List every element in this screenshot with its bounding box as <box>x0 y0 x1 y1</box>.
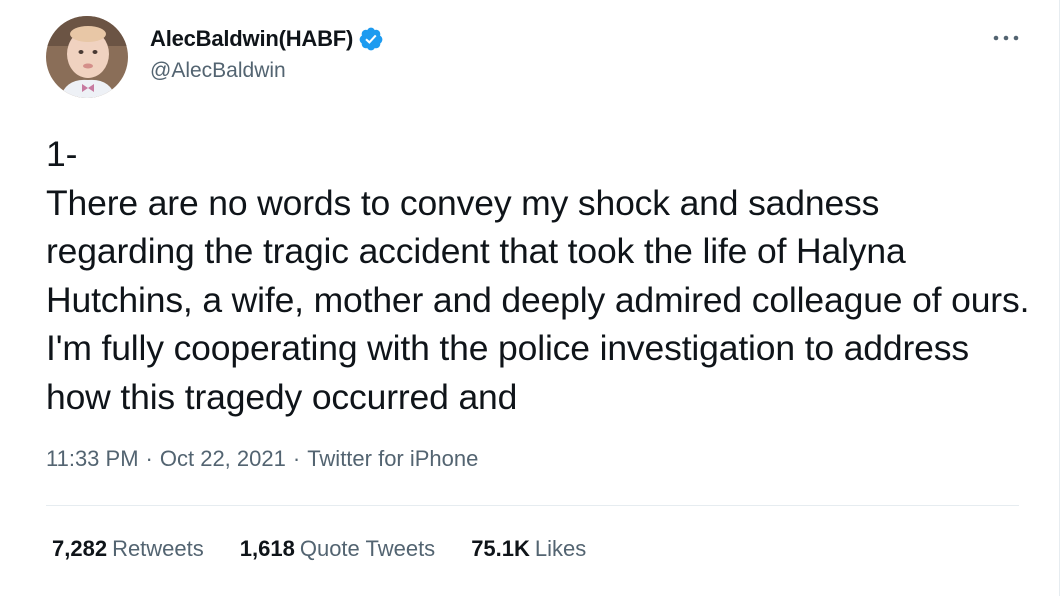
retweets-stat[interactable]: 7,282 Retweets <box>52 536 204 562</box>
tweet-metadata: 11:33 PM · Oct 22, 2021 · Twitter for iP… <box>46 446 478 472</box>
stats-divider <box>46 505 1019 506</box>
tweet-card: AlecBaldwin(HABF) @AlecBaldwin 1- There … <box>0 0 1060 596</box>
meta-separator: · <box>145 446 153 471</box>
retweets-count: 7,282 <box>52 536 108 561</box>
likes-label: Likes <box>534 536 587 561</box>
engagement-stats: 7,282 Retweets 1,618 Quote Tweets 75.1K Lik… <box>52 536 622 562</box>
quote-tweets-stat[interactable]: 1,618 Quote Tweets <box>240 536 435 562</box>
meta-separator: · <box>292 446 301 471</box>
quote-tweets-label: Quote Tweets <box>299 536 436 561</box>
retweets-label: Retweets <box>112 536 204 561</box>
quote-tweets-count: 1,618 <box>239 536 295 561</box>
more-options-button[interactable] <box>986 22 1026 54</box>
author-display-name[interactable]: AlecBaldwin(HABF) <box>150 26 353 52</box>
likes-count: 75.1K <box>471 536 530 561</box>
tweet-date[interactable]: Oct 22, 2021 <box>160 446 286 472</box>
tweet-time[interactable]: 11:33 PM <box>46 446 139 472</box>
tweet-text: 1- There are no words to convey my shock… <box>46 134 1030 417</box>
author-handle[interactable]: @AlecBaldwin <box>150 59 286 83</box>
likes-stat[interactable]: 75.1K Likes <box>471 536 586 562</box>
tweet-source[interactable]: Twitter for iPhone <box>307 446 478 472</box>
verified-badge-icon <box>358 26 384 52</box>
author-name-row: AlecBaldwin(HABF) <box>150 25 384 53</box>
baby-portrait-icon <box>46 16 128 98</box>
author-avatar[interactable] <box>46 16 128 98</box>
ellipsis-icon <box>993 35 1019 41</box>
